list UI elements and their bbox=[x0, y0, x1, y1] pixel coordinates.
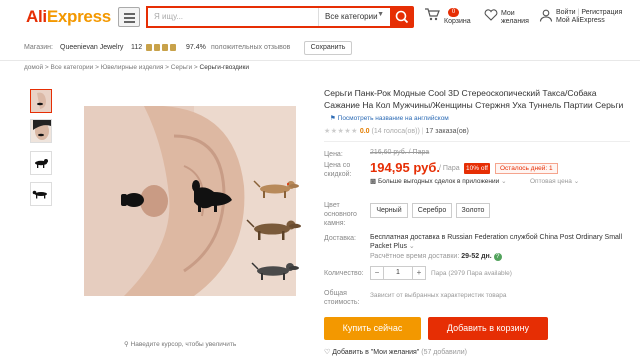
chevron-down-icon: ⌄ bbox=[501, 178, 507, 185]
price-unit: / Пара bbox=[439, 165, 460, 172]
app-deals-link[interactable]: ▩ Больше выгодных сделок в приложении ⌄ bbox=[370, 177, 507, 185]
breadcrumb-all-categories[interactable]: Все категории bbox=[51, 64, 94, 71]
wishlist-count: (57 добавили) bbox=[421, 349, 467, 356]
buy-now-button[interactable]: Купить сейчас bbox=[324, 317, 421, 340]
quantity-stepper: − 1 + bbox=[370, 266, 426, 280]
search-input[interactable]: Я ищу... Все категории ▼ bbox=[146, 6, 390, 28]
rating-stars: ★★★★★ bbox=[324, 128, 358, 135]
header: AliExpress Я ищу... Все категории ▼ 0 Кор… bbox=[0, 0, 640, 34]
quantity-decrease-button[interactable]: − bbox=[371, 267, 383, 279]
dog-illustration-gold bbox=[250, 176, 300, 202]
my-aliexpress-link[interactable]: Мой AliExpress bbox=[556, 17, 622, 25]
breadcrumb: домой > Все категории > Ювелирные издели… bbox=[24, 64, 250, 71]
chevron-down-icon: ▼ bbox=[377, 11, 384, 18]
dog-illustration-silver bbox=[248, 258, 300, 284]
search-button[interactable] bbox=[390, 6, 414, 28]
breadcrumb-current: Серьги-гвоздики bbox=[199, 64, 250, 71]
heart-icon bbox=[484, 9, 498, 21]
add-to-cart-button[interactable]: Добавить в корзину bbox=[428, 317, 548, 340]
breadcrumb-jewelry[interactable]: Ювелирные изделия bbox=[101, 64, 164, 71]
delivery-time: Расчётное время доставки: 29-52 дн. ? bbox=[370, 253, 502, 261]
breadcrumb-earrings[interactable]: Серьги bbox=[171, 64, 192, 71]
shipping-info[interactable]: Бесплатная доставка в Russian Federation… bbox=[370, 233, 632, 251]
color-label: Цвет основного камня: bbox=[324, 202, 357, 227]
store-label: Магазин: bbox=[24, 44, 53, 51]
cart-count-badge: 0 bbox=[448, 8, 459, 17]
store-bar: Магазин: Queenievan Jewelry 112 97.4% по… bbox=[0, 40, 640, 57]
price-label: Цена: bbox=[324, 151, 343, 158]
wishlist-label[interactable]: Мои желания bbox=[501, 10, 529, 26]
rating-votes[interactable]: (14 голоса(ов)) bbox=[372, 128, 420, 135]
wholesale-price-link[interactable]: Оптовая цена ⌄ bbox=[530, 177, 579, 185]
cart-link[interactable] bbox=[424, 7, 440, 23]
help-icon: ? bbox=[493, 253, 502, 261]
rating-row: ★★★★★ 0.0 (14 голоса(ов)) | 17 заказа(ов… bbox=[324, 128, 469, 135]
user-icon bbox=[539, 9, 553, 22]
store-name[interactable]: Queenievan Jewelry bbox=[60, 44, 123, 51]
magnifier-icon: ⚲ bbox=[124, 341, 129, 348]
store-medal-icon bbox=[146, 43, 178, 54]
search-category-select[interactable]: Все категории ▼ bbox=[318, 8, 390, 26]
current-price: 194,95 руб. bbox=[370, 160, 441, 175]
quantity-increase-button[interactable]: + bbox=[413, 267, 425, 279]
search-icon bbox=[395, 10, 409, 24]
zoom-hint: ⚲ Наведите курсор, чтобы увеличить bbox=[124, 341, 237, 348]
color-option-silver[interactable]: Серебро bbox=[412, 203, 452, 218]
search-placeholder: Я ищу... bbox=[154, 12, 184, 21]
feedback-percent: 97.4% bbox=[186, 44, 206, 51]
chevron-down-icon: ⌄ bbox=[573, 178, 580, 185]
discount-badge: 10% off bbox=[464, 163, 490, 174]
quantity-label: Количество: bbox=[324, 270, 364, 277]
color-option-black[interactable]: Черный bbox=[370, 203, 408, 218]
thumbnail-4[interactable] bbox=[30, 182, 52, 206]
dog-illustration-bronze bbox=[244, 214, 302, 244]
total-label: Общая стоимость: bbox=[324, 290, 360, 306]
color-option-gold[interactable]: Золото bbox=[456, 203, 490, 218]
feedback-text: положительных отзывов bbox=[211, 44, 291, 51]
translate-title-link[interactable]: ⚑ Посмотреть название на английском bbox=[330, 114, 449, 122]
product-title: Серьги Панк-Рок Модные Cool 3D Стереоско… bbox=[324, 88, 624, 110]
heart-icon: ♡ bbox=[324, 349, 331, 356]
available-quantity: Пара (2979 Пара available) bbox=[431, 270, 512, 277]
info-divider bbox=[324, 141, 630, 142]
register-link[interactable]: Регистрация bbox=[581, 9, 622, 16]
cart-label: Корзина bbox=[444, 18, 471, 25]
total-price-note: Зависит от выбранных характеристик товар… bbox=[370, 292, 507, 299]
orders-count: 17 заказа(ов) bbox=[425, 128, 469, 135]
thumbnail-1[interactable] bbox=[30, 89, 52, 113]
add-to-wishlist-link[interactable]: ♡ Добавить в "Мои желания" (57 добавили) bbox=[324, 348, 467, 356]
discount-price-label: Цена со скидкой: bbox=[324, 162, 352, 178]
divider bbox=[0, 60, 640, 61]
breadcrumb-home[interactable]: домой bbox=[24, 64, 43, 71]
quantity-input[interactable]: 1 bbox=[383, 267, 413, 279]
chevron-down-icon: ⌄ bbox=[408, 243, 415, 250]
store-score: 112 bbox=[131, 44, 143, 51]
qr-code-icon: ▩ bbox=[370, 178, 377, 185]
signin-link[interactable]: Войти bbox=[556, 9, 576, 16]
thumbnail-3[interactable] bbox=[30, 151, 52, 175]
days-left-badge: Осталось дней: 1 bbox=[495, 163, 558, 174]
wishlist-link[interactable] bbox=[484, 9, 498, 23]
save-store-button[interactable]: Сохранить bbox=[304, 41, 352, 55]
thumbnail-2[interactable] bbox=[30, 119, 52, 143]
globe-icon: ⚑ bbox=[330, 115, 336, 122]
categories-menu-button[interactable] bbox=[118, 7, 140, 27]
account-links: Войти | Регистрация Мой AliExpress bbox=[556, 9, 623, 25]
shipping-label: Доставка: bbox=[324, 235, 357, 242]
aliexpress-logo[interactable]: AliExpress bbox=[26, 7, 111, 27]
account-link[interactable] bbox=[539, 9, 553, 24]
rating-value: 0.0 bbox=[359, 128, 370, 135]
cart-icon bbox=[425, 8, 440, 21]
old-price: 216,60 руб. / Пара bbox=[370, 149, 430, 156]
